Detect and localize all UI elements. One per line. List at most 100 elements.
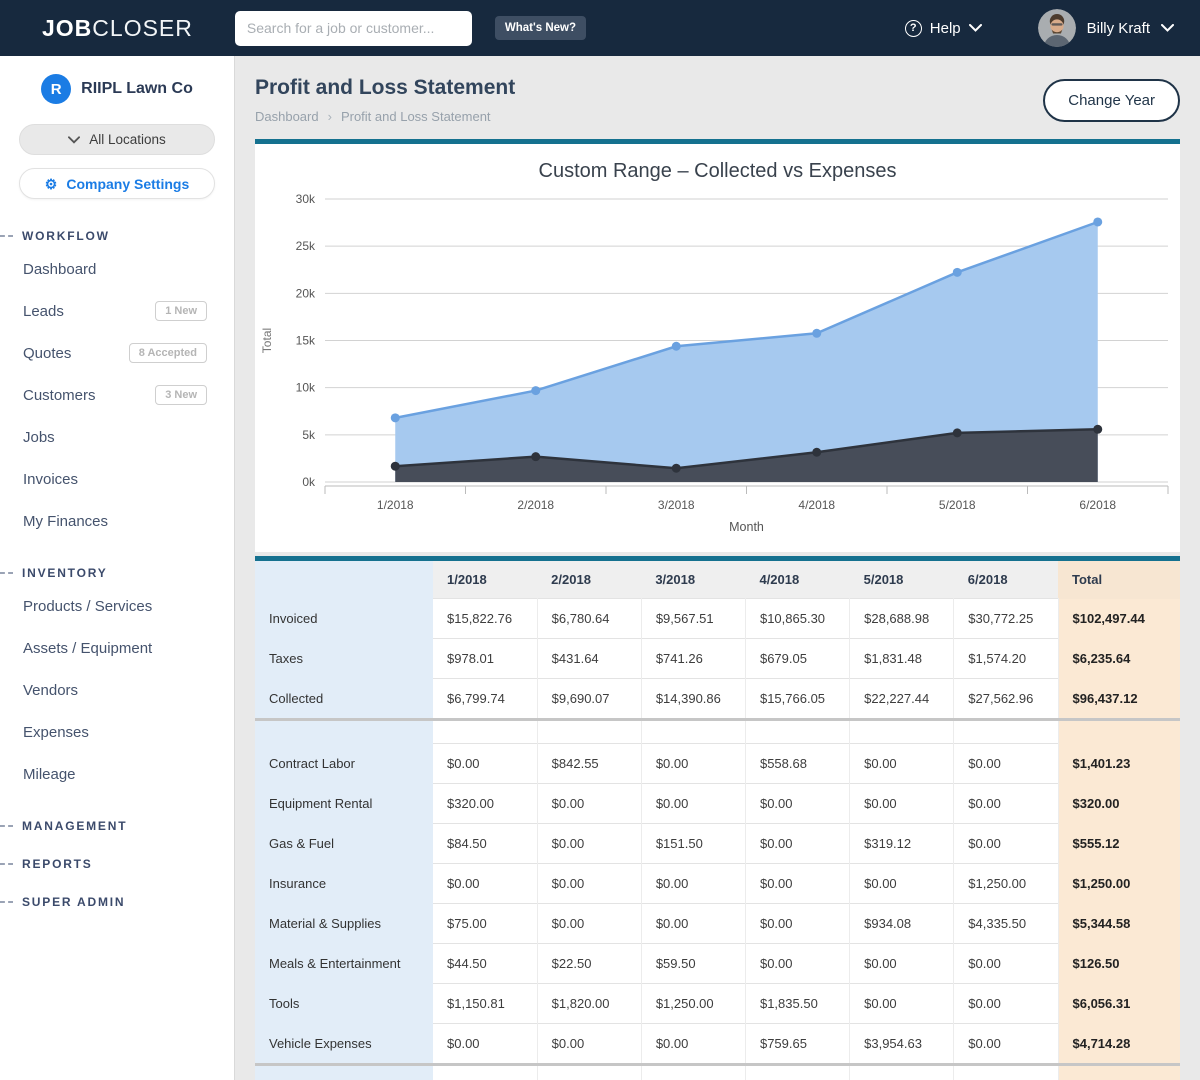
point-collected — [391, 413, 400, 422]
cell-value: $0.00 — [537, 784, 641, 824]
sidebar-item-mileage[interactable]: Mileage — [0, 753, 234, 795]
cell-value: $842.55 — [537, 744, 641, 784]
help-label: Help — [930, 20, 961, 37]
page-title: Profit and Loss Statement — [255, 76, 515, 100]
cell-value: $9,567.51 — [641, 599, 745, 639]
cell-value: $3,954.63 — [850, 1024, 954, 1065]
sidebar-item-label: Products / Services — [23, 598, 152, 615]
search-input[interactable] — [235, 11, 472, 46]
page-header: Profit and Loss Statement Dashboard › Pr… — [255, 76, 1180, 124]
table-row: Collected$6,799.74$9,690.07$14,390.86$15… — [255, 679, 1180, 720]
cell-value: $1,835.50 — [745, 984, 849, 1024]
cell-value: $0.00 — [954, 744, 1058, 784]
cell-value: $0.00 — [433, 864, 537, 904]
cell-value: $0.00 — [850, 784, 954, 824]
sidebar-item-vendors[interactable]: Vendors — [0, 669, 234, 711]
table-row: Meals & Entertainment$44.50$22.50$59.50$… — [255, 944, 1180, 984]
breadcrumb-dashboard[interactable]: Dashboard — [255, 109, 319, 124]
cell-value: $1,250.00 — [954, 864, 1058, 904]
row-label: Insurance — [255, 864, 433, 904]
cell-value: $6,799.74 — [433, 679, 537, 720]
pl-area-chart: 0k5k10k15k20k25k30kTotal1/20182/20183/20… — [255, 183, 1180, 550]
row-label: Equipment Rental — [255, 784, 433, 824]
change-year-button[interactable]: Change Year — [1043, 79, 1180, 122]
status-badge: 8 Accepted — [129, 343, 207, 363]
row-total: $320.00 — [1058, 784, 1180, 824]
cell-value: $27,562.96 — [954, 679, 1058, 720]
table-row: Equipment Rental$320.00$0.00$0.00$0.00$0… — [255, 784, 1180, 824]
sidebar: R RIIPL Lawn Co All Locations ⚙ Company … — [0, 56, 235, 1080]
row-total: $102,497.44 — [1058, 599, 1180, 639]
sidebar-section-reports[interactable]: REPORTS — [0, 857, 234, 871]
sidebar-item-invoices[interactable]: Invoices — [0, 458, 234, 500]
sidebar-section-super-admin[interactable]: SUPER ADMIN — [0, 895, 234, 909]
whats-new-button[interactable]: What's New? — [495, 16, 586, 40]
spacer-cell — [850, 720, 954, 744]
row-total: $5,344.58 — [1058, 904, 1180, 944]
cell-value: $679.05 — [745, 639, 849, 679]
row-label: Gas & Fuel — [255, 824, 433, 864]
cell-value: $558.68 — [745, 744, 849, 784]
sidebar-item-products-services[interactable]: Products / Services — [0, 585, 234, 627]
breadcrumb-current: Profit and Loss Statement — [341, 109, 491, 124]
x-tick-label: 5/2018 — [939, 498, 976, 512]
sidebar-item-expenses[interactable]: Expenses — [0, 711, 234, 753]
cell-value: $10,865.30 — [745, 599, 849, 639]
cell-value: $0.00 — [954, 1024, 1058, 1065]
pl-table: 1/20182/20183/20184/20185/20186/2018Tota… — [255, 561, 1180, 1080]
all-locations-dropdown[interactable]: All Locations — [19, 124, 215, 155]
breadcrumb: Dashboard › Profit and Loss Statement — [255, 109, 515, 124]
sidebar-item-label: My Finances — [23, 513, 108, 530]
spacer-cell — [745, 720, 849, 744]
section-dash-icon — [0, 572, 13, 574]
cell-value: $1,831.48 — [850, 639, 954, 679]
table-row: Taxes$978.01$431.64$741.26$679.05$1,831.… — [255, 639, 1180, 679]
logo-text-light: CLOSER — [92, 15, 193, 42]
table-row: Material & Supplies$75.00$0.00$0.00$0.00… — [255, 904, 1180, 944]
cell-value: $0.00 — [745, 864, 849, 904]
avatar — [1038, 9, 1076, 47]
point-expenses — [953, 428, 962, 437]
sidebar-item-dashboard[interactable]: Dashboard — [0, 248, 234, 290]
table-row: Insurance$0.00$0.00$0.00$0.00$0.00$1,250… — [255, 864, 1180, 904]
sidebar-item-my-finances[interactable]: My Finances — [0, 500, 234, 542]
sidebar-item-customers[interactable]: Customers3 New — [0, 374, 234, 416]
y-tick-label: 25k — [296, 239, 316, 253]
row-total: $96,437.12 — [1058, 679, 1180, 720]
cell-value: $22.50 — [537, 944, 641, 984]
row-total: $1,250.00 — [1058, 864, 1180, 904]
sidebar-item-quotes[interactable]: Quotes8 Accepted — [0, 332, 234, 374]
cell-value: $319.12 — [850, 824, 954, 864]
app-logo[interactable]: JOB CLOSER — [42, 15, 193, 42]
cell-value: $0.00 — [641, 1024, 745, 1065]
section-dash-icon — [0, 863, 13, 865]
sidebar-item-leads[interactable]: Leads1 New — [0, 290, 234, 332]
user-menu[interactable]: Billy Kraft — [1038, 9, 1174, 47]
sidebar-section-management[interactable]: MANAGEMENT — [0, 819, 234, 833]
y-axis-label: Total — [260, 328, 274, 353]
company-settings-button[interactable]: ⚙ Company Settings — [19, 168, 215, 199]
sidebar-section-workflow[interactable]: WORKFLOW — [0, 229, 234, 243]
sidebar-item-jobs[interactable]: Jobs — [0, 416, 234, 458]
sidebar-item-label: Mileage — [23, 766, 76, 783]
topbar: JOB CLOSER What's New? ? Help Billy Kraf… — [0, 0, 1200, 56]
spacer-cell — [1058, 720, 1180, 744]
all-locations-label: All Locations — [89, 132, 166, 147]
chevron-down-icon — [969, 24, 982, 32]
table-row: Tools$1,150.81$1,820.00$1,250.00$1,835.5… — [255, 984, 1180, 1024]
section-dash-icon — [0, 235, 13, 237]
cell-value: $30,772.25 — [954, 599, 1058, 639]
x-tick-label: 3/2018 — [658, 498, 695, 512]
sidebar-section-inventory[interactable]: INVENTORY — [0, 566, 234, 580]
table-row: Vehicle Expenses$0.00$0.00$0.00$759.65$3… — [255, 1024, 1180, 1065]
section-label: REPORTS — [22, 857, 93, 871]
cell-value: $0.00 — [745, 824, 849, 864]
spacer-cell — [537, 720, 641, 744]
spacer-cell — [255, 720, 433, 744]
help-menu[interactable]: ? Help — [905, 20, 982, 37]
cell-value: $759.65 — [745, 1024, 849, 1065]
row-label: Collected — [255, 679, 433, 720]
sidebar-item-label: Vendors — [23, 682, 78, 699]
sidebar-item-assets-equipment[interactable]: Assets / Equipment — [0, 627, 234, 669]
cell-value: $0.00 — [537, 904, 641, 944]
